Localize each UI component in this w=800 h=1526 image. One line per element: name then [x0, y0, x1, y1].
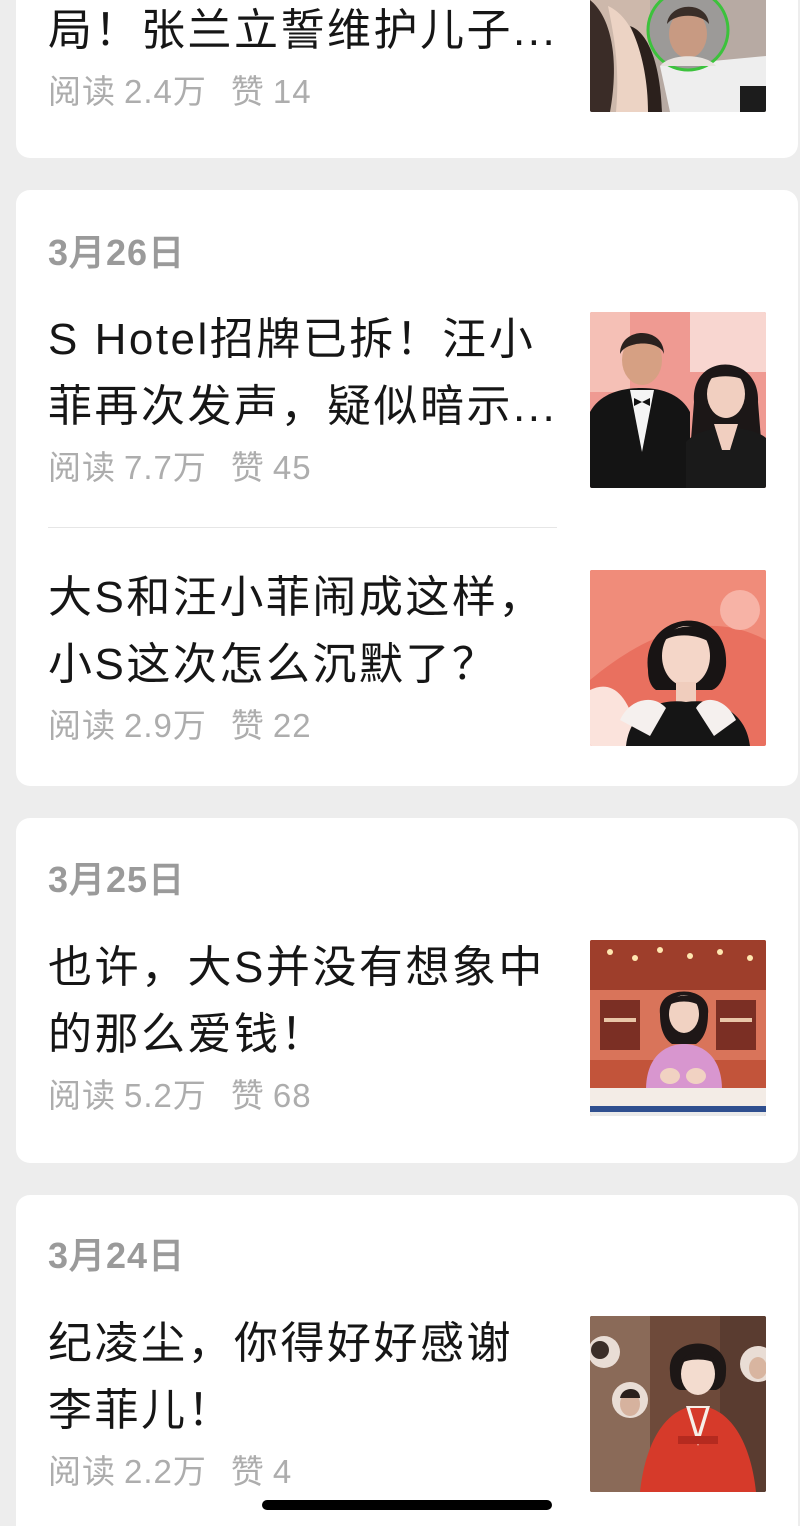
read-count: 2.9万: [124, 707, 207, 744]
article-title: S Hotel招牌已拆！汪小 菲再次发声，疑似暗示...: [48, 306, 572, 440]
article-title: 纪凌尘，你得好好感谢 李菲儿！: [48, 1310, 572, 1444]
read-count: 2.4万: [124, 73, 207, 110]
article-thumbnail: [590, 570, 766, 746]
like-count: 45: [272, 449, 312, 486]
thumbnail-image: [590, 0, 766, 112]
article-title: 局！张兰立誓维护儿子...: [48, 0, 572, 64]
article-title-line: S Hotel招牌已拆！汪小: [48, 315, 536, 364]
like-count: 14: [272, 73, 312, 110]
article-item[interactable]: 大S和汪小菲闹成这样， 小S这次怎么沉默了？ 阅读 2.9万赞 22: [16, 564, 798, 746]
article-divider: [48, 527, 557, 528]
like-label: 赞: [230, 1453, 265, 1490]
like-label: 赞: [230, 449, 265, 486]
read-count: 5.2万: [124, 1077, 207, 1114]
article-stats: 阅读 7.7万赞 45: [48, 446, 312, 490]
article-group-card: 3月24日 纪凌尘，你得好好感谢 李菲儿！ 阅读 2.2万赞 4: [16, 1195, 798, 1526]
publish-date: 3月26日: [48, 232, 186, 273]
article-thumbnail: [590, 1316, 766, 1492]
article-thumbnail: [590, 312, 766, 488]
read-label: 阅读: [48, 1453, 116, 1490]
like-label: 赞: [230, 1077, 265, 1114]
thumbnail-image: [590, 570, 766, 746]
article-stats: 阅读 5.2万赞 68: [48, 1074, 312, 1118]
article-title-line: 局！张兰立誓维护儿子...: [48, 6, 558, 55]
like-count: 68: [272, 1077, 312, 1114]
like-count: 4: [272, 1453, 293, 1490]
like-count: 22: [272, 707, 312, 744]
thumbnail-image: [590, 940, 766, 1116]
article-item[interactable]: S Hotel招牌已拆！汪小 菲再次发声，疑似暗示... 阅读 7.7万赞 45: [16, 306, 798, 488]
article-title-line: 的那么爱钱！: [48, 1010, 327, 1059]
like-label: 赞: [230, 707, 265, 744]
article-title-line: 纪凌尘，你得好好感谢: [48, 1319, 513, 1368]
article-title: 大S和汪小菲闹成这样， 小S这次怎么沉默了？: [48, 564, 572, 698]
read-count: 2.2万: [124, 1453, 207, 1490]
home-indicator[interactable]: [262, 1500, 552, 1510]
article-title-line: 也许，大S并没有想象中: [48, 943, 545, 992]
article-stats: 阅读 2.4万赞 14: [48, 70, 312, 114]
article-title-line: 大S和汪小菲闹成这样，: [48, 573, 545, 622]
thumbnail-image: [590, 1316, 766, 1492]
read-label: 阅读: [48, 1077, 116, 1114]
article-item[interactable]: 纪凌尘，你得好好感谢 李菲儿！ 阅读 2.2万赞 4: [16, 1310, 798, 1492]
article-group-card: 3月26日 S Hotel招牌已拆！汪小 菲再次发声，疑似暗示... 阅读 7.7…: [16, 190, 798, 786]
article-stats: 阅读 2.9万赞 22: [48, 704, 312, 748]
publish-date: 3月24日: [48, 1235, 186, 1276]
read-label: 阅读: [48, 449, 116, 486]
article-title-line: 李菲儿！: [48, 1386, 234, 1435]
article-thumbnail: [590, 940, 766, 1116]
article-item[interactable]: 局！张兰立誓维护儿子... 阅读 2.4万赞 14: [16, 0, 798, 112]
article-title-line: 小S这次怎么沉默了？: [48, 640, 499, 689]
like-label: 赞: [230, 73, 265, 110]
article-group-card: 局！张兰立誓维护儿子... 阅读 2.4万赞 14: [16, 0, 798, 158]
thumbnail-image: [590, 312, 766, 488]
article-title: 也许，大S并没有想象中 的那么爱钱！: [48, 934, 572, 1068]
read-label: 阅读: [48, 707, 116, 744]
read-label: 阅读: [48, 73, 116, 110]
publish-date: 3月25日: [48, 859, 186, 900]
article-item[interactable]: 也许，大S并没有想象中 的那么爱钱！ 阅读 5.2万赞 68: [16, 934, 798, 1116]
article-title-line: 菲再次发声，疑似暗示...: [48, 382, 558, 431]
article-stats: 阅读 2.2万赞 4: [48, 1450, 292, 1494]
article-group-card: 3月25日 也许，大S并没有想象中 的那么爱钱！ 阅读 5.2万赞 68: [16, 818, 798, 1163]
read-count: 7.7万: [124, 449, 207, 486]
article-thumbnail: [590, 0, 766, 112]
